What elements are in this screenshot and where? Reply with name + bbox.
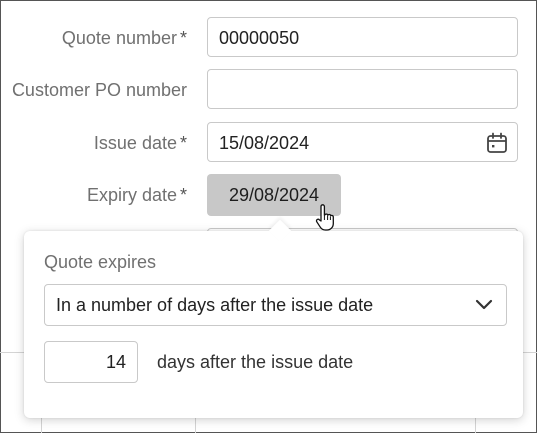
days-input[interactable]: 14	[44, 341, 138, 383]
required-asterisk: *	[179, 133, 187, 153]
expiry-date-label-text: Expiry date	[86, 185, 177, 205]
required-asterisk: *	[179, 28, 187, 48]
quote-number-label: Quote number *	[62, 17, 187, 59]
popover-title: Quote expires	[44, 252, 157, 272]
chevron-down-icon	[475, 299, 493, 310]
customer-po-label-text: Customer PO number	[11, 80, 187, 100]
issue-date-row: Issue date * 15/08/2024	[0, 122, 537, 164]
expiry-date-label: Expiry date *	[87, 174, 187, 216]
quote-number-input[interactable]: 00000050	[207, 17, 518, 57]
expiry-popover: Quote expires In a number of days after …	[24, 219, 523, 418]
customer-po-label: Customer PO number	[12, 69, 187, 111]
days-value: 14	[105, 352, 126, 372]
customer-po-input[interactable]	[207, 69, 518, 109]
quote-number-label-text: Quote number	[61, 28, 177, 48]
required-asterisk: *	[179, 185, 187, 205]
days-suffix-label: days after the issue date	[157, 352, 354, 372]
issue-date-label-text: Issue date	[93, 133, 177, 153]
hand-pointer-cursor-icon	[315, 204, 334, 231]
issue-date-value: 15/08/2024	[219, 133, 310, 153]
expiry-mode-select[interactable]: In a number of days after the issue date	[44, 284, 507, 326]
quote-number-row: Quote number * 00000050	[0, 17, 537, 59]
quote-number-value: 00000050	[219, 28, 300, 48]
customer-po-row: Customer PO number	[0, 69, 537, 111]
calendar-icon[interactable]	[486, 132, 508, 154]
expiry-mode-value: In a number of days after the issue date	[56, 295, 374, 315]
issue-date-input[interactable]: 15/08/2024	[207, 122, 518, 162]
issue-date-label: Issue date *	[94, 122, 187, 164]
